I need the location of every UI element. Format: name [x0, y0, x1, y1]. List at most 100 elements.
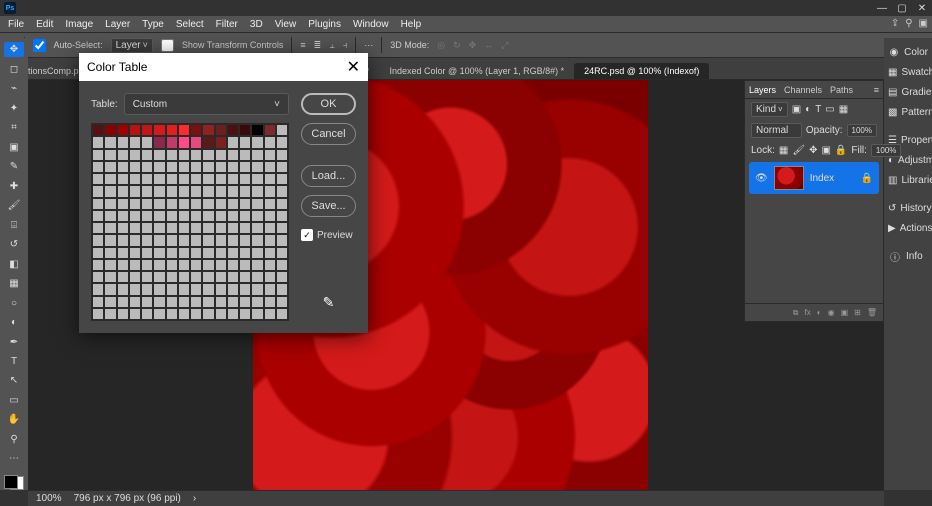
- color-swatch-cell[interactable]: [227, 247, 239, 259]
- color-swatch-cell[interactable]: [92, 136, 104, 148]
- color-swatch-cell[interactable]: [166, 222, 178, 234]
- color-swatch[interactable]: [4, 475, 24, 490]
- link-icon[interactable]: ⧉: [793, 308, 799, 318]
- cancel-button[interactable]: Cancel: [301, 123, 356, 145]
- color-swatch-cell[interactable]: [251, 271, 263, 283]
- color-swatch-cell[interactable]: [202, 308, 214, 320]
- color-swatch-cell[interactable]: [92, 234, 104, 246]
- filter-adjust-icon[interactable]: ◐: [805, 104, 811, 115]
- color-swatch-cell[interactable]: [141, 161, 153, 173]
- wand-tool[interactable]: ✦: [4, 100, 24, 115]
- color-swatch-cell[interactable]: [239, 198, 251, 210]
- lock-all-icon[interactable]: 🔒: [835, 145, 847, 156]
- zoom-level[interactable]: 100%: [36, 493, 62, 504]
- type-tool[interactable]: T: [4, 354, 24, 369]
- filter-kind[interactable]: Kind ˅: [751, 102, 788, 117]
- color-swatch-cell[interactable]: [251, 247, 263, 259]
- color-swatch-cell[interactable]: [215, 161, 227, 173]
- color-swatch-cell[interactable]: [264, 185, 276, 197]
- color-swatch-cell[interactable]: [129, 210, 141, 222]
- close-button[interactable]: ✕: [916, 2, 928, 14]
- color-swatch-cell[interactable]: [202, 247, 214, 259]
- color-swatch-cell[interactable]: [129, 296, 141, 308]
- color-swatch-cell[interactable]: [92, 210, 104, 222]
- panel-actions[interactable]: ▶Actions: [884, 218, 932, 238]
- color-swatch-cell[interactable]: [117, 136, 129, 148]
- color-swatch-cell[interactable]: [202, 124, 214, 136]
- dodge-tool[interactable]: ◐: [4, 315, 24, 330]
- color-swatch-cell[interactable]: [117, 124, 129, 136]
- panel-info[interactable]: ⓘInfo: [884, 246, 932, 266]
- menu-file[interactable]: File: [8, 19, 24, 30]
- tab-4[interactable]: 24RC.psd @ 100% (Indexof): [574, 63, 709, 79]
- share-icon[interactable]: ⇪: [891, 18, 899, 29]
- color-swatch-cell[interactable]: [129, 283, 141, 295]
- color-swatch-cell[interactable]: [129, 161, 141, 173]
- color-swatch-cell[interactable]: [276, 136, 288, 148]
- color-swatch-cell[interactable]: [117, 283, 129, 295]
- color-swatch-cell[interactable]: [215, 308, 227, 320]
- color-swatch-cell[interactable]: [141, 271, 153, 283]
- tab-3[interactable]: Indexed Color @ 100% (Layer 1, RGB/8#) *: [379, 63, 574, 79]
- color-swatch-cell[interactable]: [141, 149, 153, 161]
- layers-tab[interactable]: Layers: [749, 85, 776, 95]
- path-tool[interactable]: ↖: [4, 373, 24, 388]
- color-swatch-cell[interactable]: [166, 247, 178, 259]
- blend-mode[interactable]: Normal: [751, 123, 802, 138]
- menu-view[interactable]: View: [275, 19, 297, 30]
- color-swatch-cell[interactable]: [129, 149, 141, 161]
- color-swatch-cell[interactable]: [264, 136, 276, 148]
- color-swatch-cell[interactable]: [215, 234, 227, 246]
- color-swatch-cell[interactable]: [276, 308, 288, 320]
- color-swatch-cell[interactable]: [141, 173, 153, 185]
- color-swatch-cell[interactable]: [190, 136, 202, 148]
- color-swatch-cell[interactable]: [264, 247, 276, 259]
- color-swatch-cell[interactable]: [239, 210, 251, 222]
- color-swatch-cell[interactable]: [215, 173, 227, 185]
- layer-thumbnail[interactable]: [774, 166, 804, 190]
- menu-plugins[interactable]: Plugins: [308, 19, 341, 30]
- color-swatch-cell[interactable]: [117, 149, 129, 161]
- hand-tool[interactable]: ✋: [4, 412, 24, 427]
- color-swatch-cell[interactable]: [202, 271, 214, 283]
- color-swatch-cell[interactable]: [190, 185, 202, 197]
- color-swatch-cell[interactable]: [141, 124, 153, 136]
- color-swatch-cell[interactable]: [153, 259, 165, 271]
- adjust-icon[interactable]: ◉: [828, 308, 835, 317]
- color-swatch-cell[interactable]: [141, 308, 153, 320]
- color-swatch-cell[interactable]: [264, 271, 276, 283]
- color-swatch-cell[interactable]: [166, 161, 178, 173]
- color-swatch-cell[interactable]: [276, 124, 288, 136]
- color-swatch-cell[interactable]: [129, 259, 141, 271]
- color-swatch-cell[interactable]: [190, 296, 202, 308]
- color-swatch-cell[interactable]: [153, 124, 165, 136]
- color-swatch-cell[interactable]: [190, 259, 202, 271]
- color-swatch-cell[interactable]: [104, 271, 116, 283]
- color-swatch-cell[interactable]: [141, 185, 153, 197]
- color-swatch-cell[interactable]: [129, 247, 141, 259]
- color-swatch-cell[interactable]: [190, 124, 202, 136]
- color-swatch-cell[interactable]: [178, 259, 190, 271]
- menu-select[interactable]: Select: [176, 19, 204, 30]
- color-swatch-cell[interactable]: [264, 222, 276, 234]
- brush-tool[interactable]: 🖌: [4, 198, 24, 213]
- color-swatch-cell[interactable]: [153, 308, 165, 320]
- color-swatch-cell[interactable]: [239, 234, 251, 246]
- color-swatch-cell[interactable]: [215, 149, 227, 161]
- color-swatch-cell[interactable]: [153, 161, 165, 173]
- color-swatch-cell[interactable]: [227, 198, 239, 210]
- color-swatch-cell[interactable]: [227, 124, 239, 136]
- color-swatch-cell[interactable]: [276, 149, 288, 161]
- menu-edit[interactable]: Edit: [36, 19, 53, 30]
- 3d-pan-icon[interactable]: ✥: [469, 40, 477, 51]
- color-swatch-cell[interactable]: [202, 234, 214, 246]
- color-swatch-cell[interactable]: [239, 259, 251, 271]
- color-swatch-cell[interactable]: [190, 247, 202, 259]
- color-swatch-cell[interactable]: [117, 198, 129, 210]
- color-swatch-cell[interactable]: [264, 296, 276, 308]
- eyedropper-icon[interactable]: ✎: [301, 294, 356, 311]
- color-swatch-cell[interactable]: [153, 173, 165, 185]
- panel-libraries[interactable]: ▥Libraries: [884, 170, 932, 190]
- panel-patterns[interactable]: ▩Patterns: [884, 102, 932, 122]
- panel-gradients[interactable]: ▤Gradients: [884, 82, 932, 102]
